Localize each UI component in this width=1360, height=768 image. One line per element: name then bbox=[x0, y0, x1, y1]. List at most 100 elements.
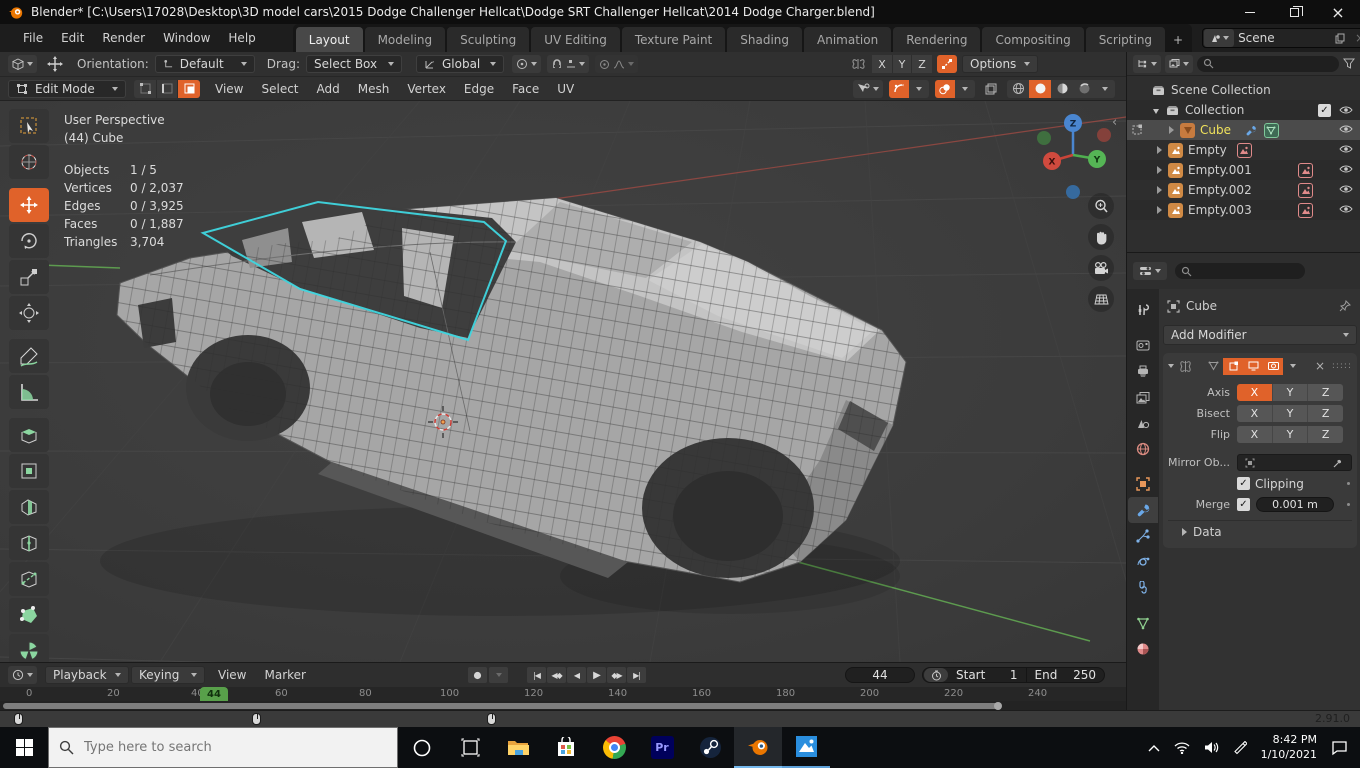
tool-measure[interactable] bbox=[9, 375, 49, 409]
drag-handle-icon[interactable]: ::::: bbox=[1332, 361, 1352, 371]
editor-type-button[interactable] bbox=[8, 55, 37, 73]
mode-dropdown[interactable]: Edit Mode bbox=[8, 80, 126, 98]
camera-view-button[interactable] bbox=[1088, 255, 1114, 281]
mirror-x-button[interactable]: X bbox=[872, 55, 892, 73]
eye-icon[interactable] bbox=[1339, 144, 1353, 154]
mesh-data-icon[interactable] bbox=[1264, 123, 1279, 138]
mirror-y-button[interactable]: Y bbox=[892, 55, 912, 73]
tool-knife[interactable] bbox=[9, 562, 49, 596]
outliner-row-scene-collection[interactable]: Scene Collection bbox=[1127, 80, 1360, 100]
current-frame-marker[interactable]: 44 bbox=[200, 687, 228, 701]
tab-view-layer[interactable] bbox=[1128, 384, 1158, 410]
orthographic-toggle-button[interactable] bbox=[1088, 286, 1114, 312]
collapse-arrow-icon[interactable] bbox=[1153, 109, 1159, 114]
panel-collapse-arrow[interactable] bbox=[1168, 364, 1174, 368]
tool-loop-cut[interactable] bbox=[9, 526, 49, 560]
zoom-button[interactable] bbox=[1088, 193, 1114, 219]
tab-modeling[interactable]: Modeling bbox=[365, 27, 446, 52]
options-dropdown[interactable]: Options bbox=[962, 55, 1038, 73]
tab-shading[interactable]: Shading bbox=[727, 27, 802, 52]
pen-icon[interactable] bbox=[1233, 741, 1247, 755]
tab-sculpting[interactable]: Sculpting bbox=[447, 27, 529, 52]
unlink-scene-button[interactable]: × bbox=[1350, 31, 1360, 45]
axis-z-button[interactable]: Z bbox=[1308, 384, 1343, 401]
cortana-button[interactable] bbox=[398, 727, 446, 768]
eye-icon[interactable] bbox=[1339, 105, 1353, 115]
previous-keyframe-button[interactable]: ◀◆ bbox=[547, 667, 566, 683]
jump-to-start-button[interactable]: |◀ bbox=[527, 667, 546, 683]
mirror-object-field[interactable] bbox=[1237, 454, 1352, 471]
modifier-realtime-button[interactable] bbox=[1243, 358, 1263, 375]
tab-modifiers[interactable] bbox=[1128, 497, 1158, 523]
tab-physics[interactable] bbox=[1128, 549, 1158, 575]
outliner-display-mode-button[interactable] bbox=[1133, 55, 1161, 73]
overlays-toggle-button[interactable] bbox=[889, 80, 909, 98]
gizmo-axis-neg-x[interactable] bbox=[1097, 128, 1111, 142]
steam-button[interactable] bbox=[686, 727, 734, 768]
play-button[interactable]: ▶ bbox=[587, 667, 606, 683]
animate-dot[interactable] bbox=[1347, 482, 1350, 485]
image-data-icon[interactable] bbox=[1298, 163, 1313, 178]
menu-file[interactable]: File bbox=[14, 28, 52, 48]
tool-rotate[interactable] bbox=[9, 224, 49, 258]
tab-object[interactable] bbox=[1128, 471, 1158, 497]
merge-checkbox[interactable]: ✓ bbox=[1237, 498, 1250, 511]
menu-help[interactable]: Help bbox=[219, 28, 264, 48]
shading-wireframe-button[interactable] bbox=[1007, 80, 1029, 98]
keying-dropdown[interactable]: Keying bbox=[131, 666, 205, 684]
xray-dropdown-button[interactable] bbox=[955, 80, 975, 98]
expand-arrow-icon[interactable] bbox=[1157, 186, 1162, 194]
tab-texture-paint[interactable]: Texture Paint bbox=[622, 27, 725, 52]
menu-add[interactable]: Add bbox=[308, 79, 349, 99]
tool-annotate[interactable] bbox=[9, 339, 49, 373]
menu-vertex[interactable]: Vertex bbox=[398, 79, 455, 99]
minimize-button[interactable] bbox=[1228, 0, 1272, 24]
microsoft-store-button[interactable] bbox=[542, 727, 590, 768]
end-frame-field[interactable]: End250 bbox=[1027, 668, 1105, 682]
menu-edge[interactable]: Edge bbox=[455, 79, 503, 99]
flip-y-button[interactable]: Y bbox=[1273, 426, 1309, 443]
menu-edit[interactable]: Edit bbox=[52, 28, 93, 48]
outliner-row-cube[interactable]: Cube bbox=[1127, 120, 1360, 140]
action-center-icon[interactable] bbox=[1331, 740, 1348, 756]
maximize-button[interactable] bbox=[1272, 0, 1316, 24]
tab-rendering[interactable]: Rendering bbox=[893, 27, 980, 52]
timeline-menu-view[interactable]: View bbox=[209, 665, 255, 685]
expand-arrow-icon[interactable] bbox=[1157, 146, 1162, 154]
chrome-button[interactable] bbox=[590, 727, 638, 768]
pan-button[interactable] bbox=[1088, 224, 1114, 250]
use-preview-range-button[interactable] bbox=[924, 668, 948, 682]
file-explorer-button[interactable] bbox=[494, 727, 542, 768]
tool-extrude-region[interactable] bbox=[9, 418, 49, 452]
add-workspace-button[interactable]: + bbox=[1167, 27, 1189, 52]
task-view-button[interactable] bbox=[446, 727, 494, 768]
tool-cursor[interactable] bbox=[9, 145, 49, 179]
edge-select-button[interactable] bbox=[156, 80, 178, 98]
tab-world[interactable] bbox=[1128, 436, 1158, 462]
jump-to-end-button[interactable]: ▶| bbox=[627, 667, 646, 683]
pin-icon[interactable] bbox=[1339, 300, 1351, 312]
shading-dropdown-button[interactable] bbox=[1095, 80, 1115, 98]
photos-taskbar-button[interactable] bbox=[782, 727, 830, 768]
expand-arrow-icon[interactable] bbox=[1157, 206, 1162, 214]
flip-z-button[interactable]: Z bbox=[1308, 426, 1343, 443]
menu-window[interactable]: Window bbox=[154, 28, 219, 48]
xray-toggle-button[interactable] bbox=[935, 80, 955, 98]
auto-merge-button[interactable] bbox=[937, 55, 957, 73]
taskbar-clock[interactable]: 8:42 PM 1/10/2021 bbox=[1261, 733, 1317, 763]
bisect-x-button[interactable]: X bbox=[1237, 405, 1273, 422]
scene-browse-button[interactable] bbox=[1204, 29, 1234, 47]
flip-x-button[interactable]: X bbox=[1237, 426, 1273, 443]
shading-solid-button[interactable] bbox=[1029, 80, 1051, 98]
tool-scale[interactable] bbox=[9, 260, 49, 294]
tab-particles[interactable] bbox=[1128, 523, 1158, 549]
wifi-icon[interactable] bbox=[1174, 742, 1190, 754]
menu-face[interactable]: Face bbox=[503, 79, 548, 99]
menu-uv[interactable]: UV bbox=[548, 79, 583, 99]
image-data-icon[interactable] bbox=[1298, 183, 1313, 198]
timeline-menu-marker[interactable]: Marker bbox=[255, 665, 314, 685]
outliner-row-empty[interactable]: Empty bbox=[1127, 140, 1360, 160]
timeline-editor-type-button[interactable] bbox=[8, 666, 37, 684]
tab-animation[interactable]: Animation bbox=[804, 27, 891, 52]
search-input[interactable] bbox=[84, 740, 334, 755]
